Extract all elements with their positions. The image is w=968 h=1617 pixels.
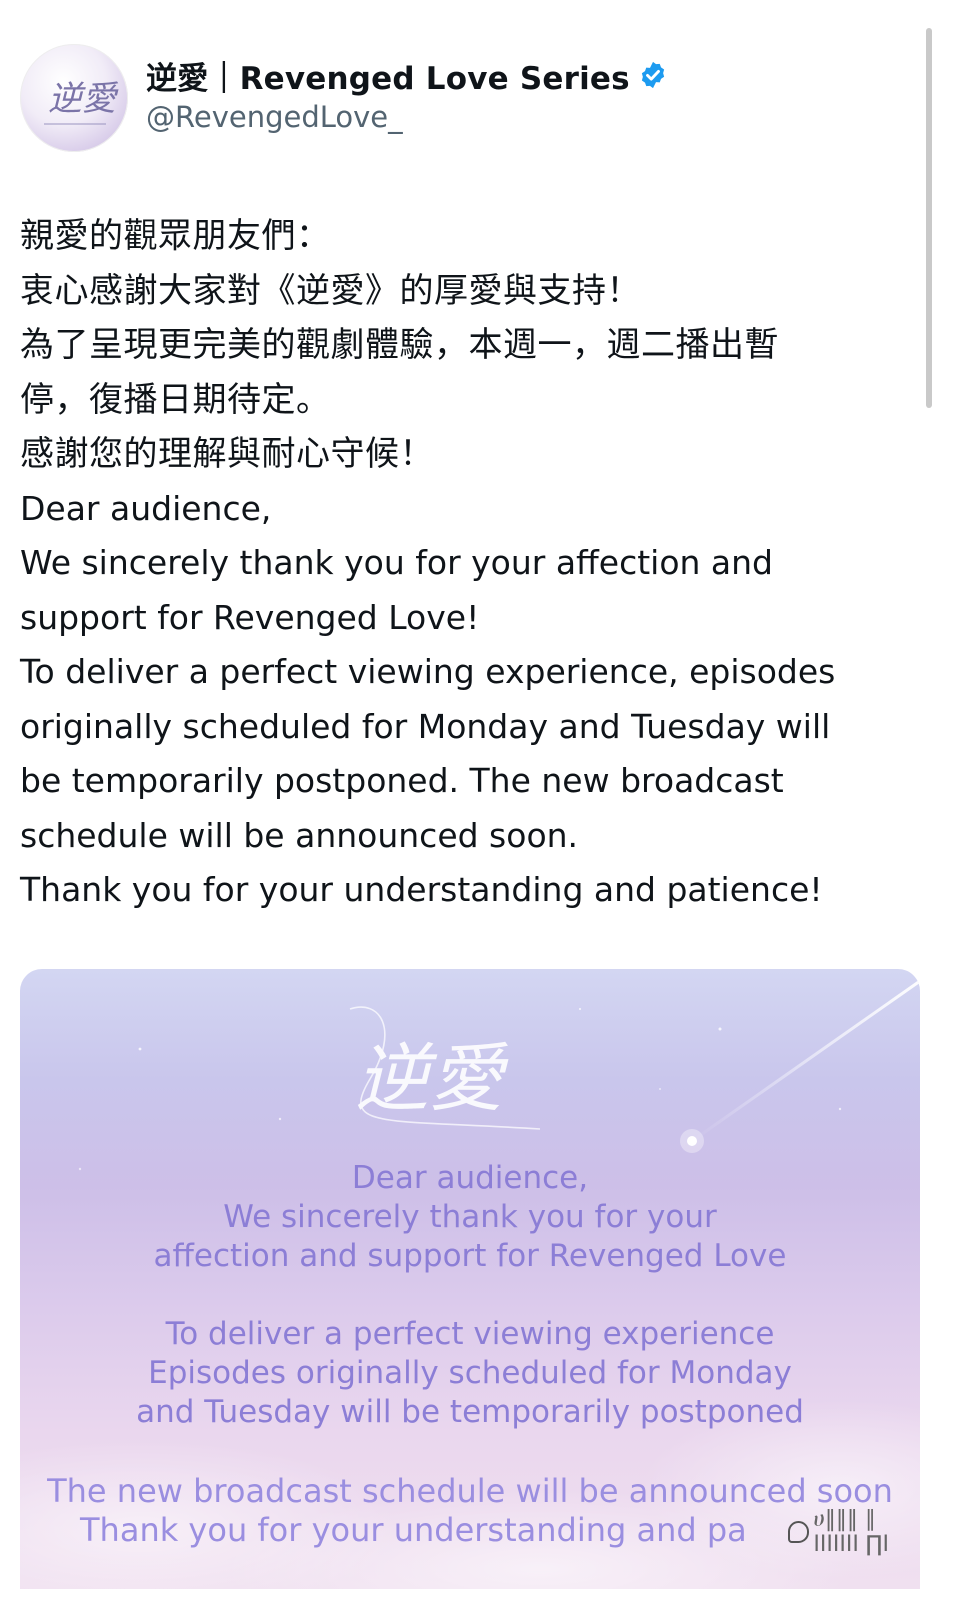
tweet-line: To deliver a perfect viewing experience,… bbox=[20, 652, 836, 691]
media-line: Episodes originally scheduled for Monday bbox=[148, 1355, 792, 1391]
tweet-line: Dear audience, bbox=[20, 488, 272, 528]
watermark-text: ሀ‖‖‖ ∥ IIIIIII ∏I bbox=[813, 1507, 889, 1557]
scrollbar[interactable] bbox=[926, 28, 932, 408]
media-line: and Tuesday will be temporarily postpone… bbox=[136, 1394, 804, 1430]
media-text-postponement: To deliver a perfect viewing experience … bbox=[20, 1315, 920, 1432]
tweet-media-image[interactable]: 逆愛 Dear audience, We sincerely thank you… bbox=[20, 969, 920, 1589]
shooting-star-icon bbox=[680, 979, 920, 1153]
tweet-line: support for Revenged Love! bbox=[20, 597, 480, 637]
tweet-line: 為了呈現更完美的觀劇體驗，本週一，週二播出暫 bbox=[20, 325, 779, 365]
avatar-logo-text: 逆愛 bbox=[48, 79, 119, 119]
verified-badge-icon bbox=[641, 61, 664, 89]
user-handle[interactable]: @RevengedLove_ bbox=[146, 100, 403, 134]
tweet-line: schedule will be announced soon. bbox=[20, 815, 579, 855]
avatar[interactable]: 逆愛 bbox=[20, 44, 128, 152]
media-line: affection and support for Revenged Love bbox=[153, 1238, 787, 1274]
tweet-line: originally scheduled for Monday and Tues… bbox=[20, 706, 831, 746]
series-logo-text: 逆愛 bbox=[355, 1036, 509, 1122]
media-line: Dear audience, bbox=[351, 1160, 589, 1196]
media-text-schedule: The new broadcast schedule will be annou… bbox=[20, 1472, 920, 1550]
tweet-line: 親愛的觀眾朋友們： bbox=[20, 216, 331, 256]
media-text-greeting: Dear audience, We sincerely thank you fo… bbox=[20, 1159, 920, 1276]
media-line: To deliver a perfect viewing experience bbox=[165, 1316, 775, 1352]
media-line: The new broadcast schedule will be annou… bbox=[47, 1472, 893, 1510]
tweet-header: 逆愛 逆愛｜Revenged Love Series @RevengedLove… bbox=[20, 44, 920, 154]
tweet-line: Thank you for your understanding and pat… bbox=[20, 870, 823, 909]
media-line: Thank you for your understanding and pa bbox=[80, 1511, 747, 1549]
watermark: ሀ‖‖‖ ∥ IIIIIII ∏I bbox=[788, 1507, 928, 1557]
tweet-line: 停，復播日期待定。 bbox=[20, 379, 331, 420]
chat-bubble-icon bbox=[788, 1521, 810, 1543]
media-line: We sincerely thank you for your bbox=[223, 1199, 717, 1235]
series-logo-icon: 逆愛 bbox=[349, 1006, 541, 1130]
tweet-line: We sincerely thank you for your affectio… bbox=[20, 543, 774, 582]
tweet-line: 感謝您的理解與耐心守候！ bbox=[20, 434, 434, 474]
tweet-line: 衷心感謝大家對《逆愛》的厚愛與支持！ bbox=[20, 270, 641, 311]
display-name[interactable]: 逆愛｜Revenged Love Series bbox=[146, 53, 630, 98]
tweet-text: 親愛的觀眾朋友們： 衷心感謝大家對《逆愛》的厚愛與支持！ 為了呈現更完美的觀劇體… bbox=[20, 209, 920, 918]
avatar-logo-icon: 逆愛 bbox=[44, 79, 119, 125]
tweet-line: be temporarily postponed. The new broadc… bbox=[20, 761, 784, 800]
